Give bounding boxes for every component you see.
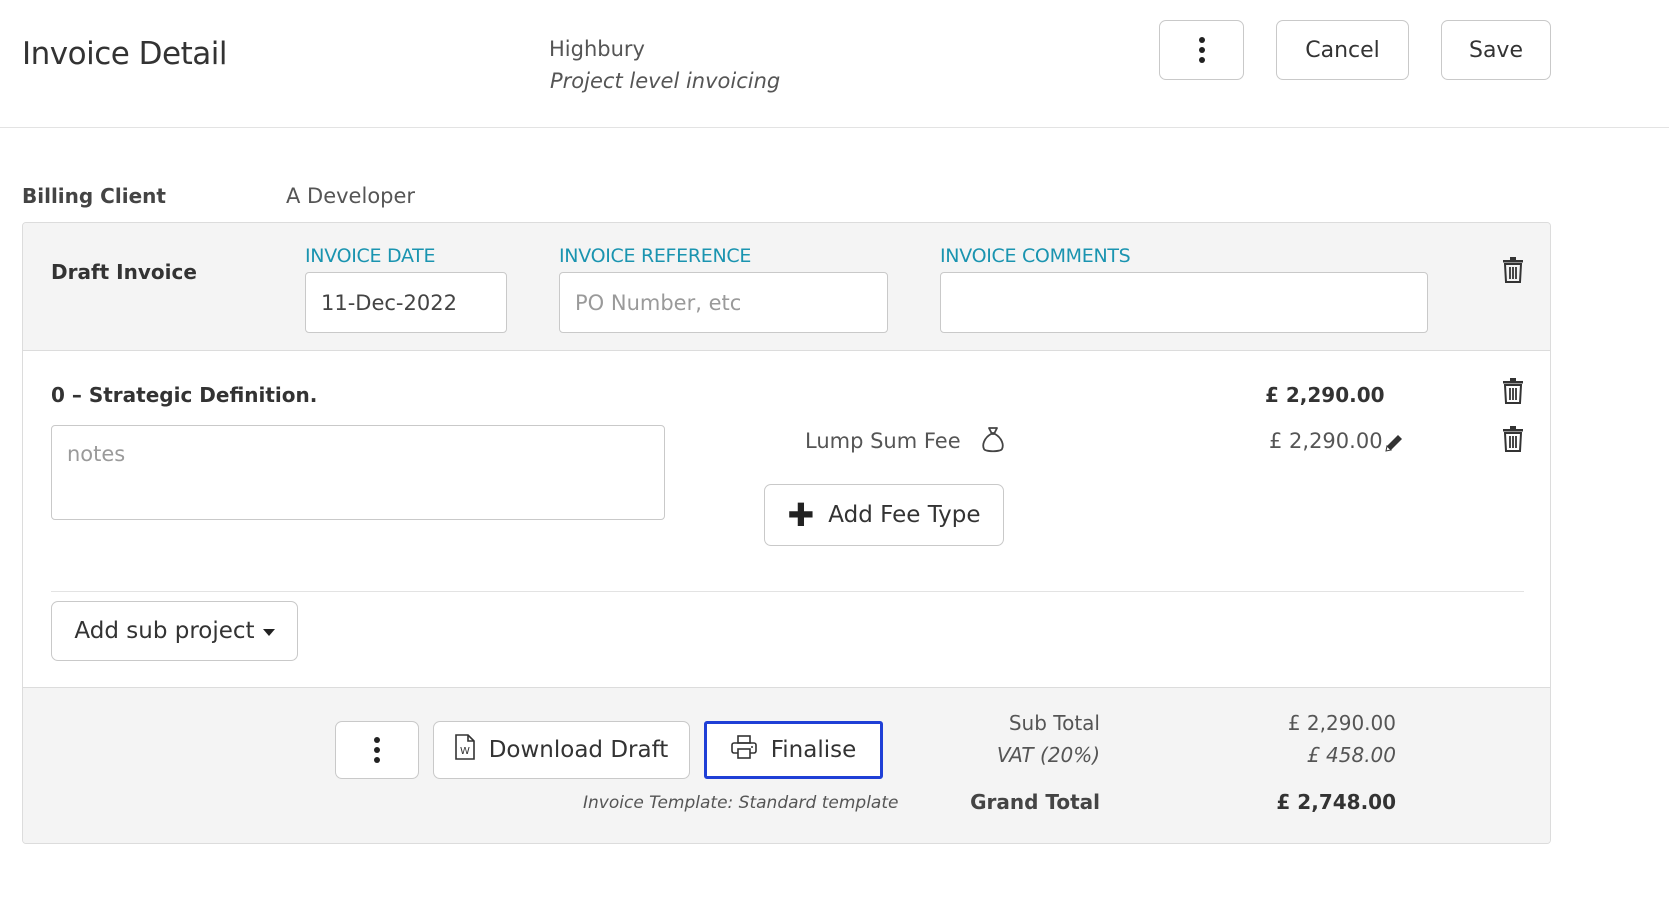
invoice-reference-input[interactable] bbox=[559, 272, 888, 333]
more-vertical-icon bbox=[374, 737, 380, 763]
footer-more-button[interactable] bbox=[335, 721, 419, 779]
finalise-button[interactable]: Finalise bbox=[704, 721, 883, 779]
grand-total-label: Grand Total bbox=[970, 790, 1100, 814]
invoice-comments-input[interactable] bbox=[940, 272, 1428, 333]
subtotal-value: £ 2,290.00 bbox=[1287, 711, 1396, 735]
page-title: Invoice Detail bbox=[22, 36, 228, 72]
billing-client-label: Billing Client bbox=[22, 184, 166, 208]
vat-label: VAT (20%) bbox=[996, 743, 1100, 767]
draft-invoice-title: Draft Invoice bbox=[51, 260, 197, 284]
fee-type-label: Lump Sum Fee bbox=[805, 429, 961, 453]
grand-total-value: £ 2,748.00 bbox=[1276, 790, 1396, 814]
notes-textarea[interactable] bbox=[51, 425, 665, 520]
header-more-button[interactable] bbox=[1159, 20, 1244, 80]
invoice-reference-label: INVOICE REFERENCE bbox=[559, 245, 752, 267]
word-document-icon: W bbox=[454, 734, 475, 766]
sub-project-title: 0 – Strategic Definition. bbox=[51, 383, 318, 407]
header-divider bbox=[0, 127, 1669, 128]
svg-text:W: W bbox=[460, 746, 470, 757]
delete-invoice-trash-icon[interactable] bbox=[1502, 257, 1524, 283]
project-subtitle: Project level invoicing bbox=[550, 69, 781, 93]
add-fee-type-label: Add Fee Type bbox=[828, 502, 981, 528]
invoice-date-label: INVOICE DATE bbox=[305, 245, 436, 267]
caret-down-icon bbox=[262, 629, 275, 636]
subtotal-label: Sub Total bbox=[1008, 711, 1100, 735]
more-vertical-icon bbox=[1198, 37, 1205, 63]
download-draft-button[interactable]: W Download Draft bbox=[433, 721, 690, 779]
download-draft-label: Download Draft bbox=[488, 737, 669, 763]
add-fee-type-button[interactable]: ✚ Add Fee Type bbox=[764, 484, 1004, 546]
edit-pencil-icon[interactable] bbox=[1383, 432, 1405, 454]
invoice-card: Draft Invoice INVOICE DATE INVOICE REFER… bbox=[22, 222, 1551, 844]
vat-value: £ 458.00 bbox=[1306, 743, 1396, 767]
project-name: Highbury bbox=[549, 37, 645, 61]
save-button[interactable]: Save bbox=[1441, 20, 1551, 80]
sub-project-amount: £ 2,290.00 bbox=[1265, 383, 1385, 407]
fee-amount: £ 2,290.00 bbox=[1269, 429, 1383, 453]
invoice-template-note: Invoice Template: Standard template bbox=[583, 793, 899, 813]
plus-icon: ✚ bbox=[787, 496, 815, 534]
section-divider bbox=[51, 591, 1524, 592]
invoice-date-input[interactable] bbox=[305, 272, 507, 333]
invoice-comments-label: INVOICE COMMENTS bbox=[940, 245, 1131, 267]
finalise-label: Finalise bbox=[770, 737, 857, 763]
cancel-button[interactable]: Cancel bbox=[1276, 20, 1409, 80]
add-sub-project-button[interactable]: Add sub project bbox=[51, 601, 298, 661]
printer-icon bbox=[730, 735, 757, 765]
delete-fee-trash-icon[interactable] bbox=[1502, 426, 1524, 452]
billing-client-value: A Developer bbox=[286, 184, 416, 208]
add-sub-project-label: Add sub project bbox=[74, 618, 255, 644]
delete-sub-project-trash-icon[interactable] bbox=[1502, 378, 1524, 404]
money-bag-icon bbox=[981, 426, 1005, 454]
